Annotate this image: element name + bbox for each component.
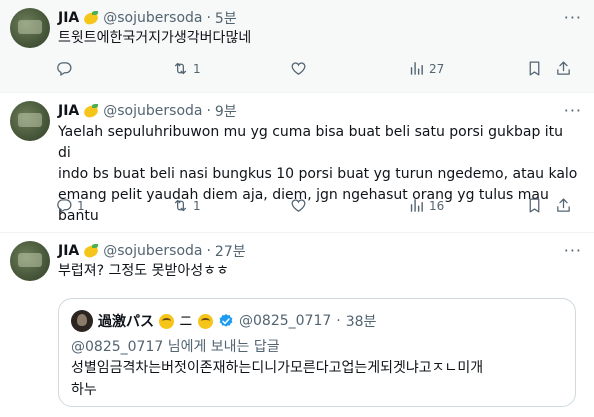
retweet-button[interactable]: 1 bbox=[172, 197, 201, 214]
share-button[interactable] bbox=[555, 197, 572, 214]
tweet-text: 부럽져? 그정도 못받아성ㅎㅎ bbox=[58, 263, 229, 279]
tweet[interactable]: JIA @sojubersoda · 9분 ··· Yaelah sepuluh… bbox=[0, 93, 594, 233]
timestamp[interactable]: 38분 bbox=[346, 311, 377, 331]
like-icon bbox=[290, 60, 307, 77]
avatar[interactable] bbox=[10, 101, 50, 141]
more-icon[interactable]: ··· bbox=[564, 8, 582, 27]
separator-dot: · bbox=[206, 243, 211, 259]
reply-button[interactable] bbox=[56, 60, 77, 77]
display-name[interactable]: JIA bbox=[58, 10, 79, 26]
lemon-emoji-icon bbox=[83, 244, 99, 258]
views-icon bbox=[408, 197, 425, 214]
views-icon bbox=[408, 60, 425, 77]
tweet[interactable]: JIA @sojubersoda · 27분 ··· 부럽져? 그정도 못받아성… bbox=[0, 233, 594, 417]
name-separator: ニ bbox=[179, 314, 193, 330]
timestamp[interactable]: 5분 bbox=[215, 8, 237, 28]
views-count: 16 bbox=[429, 198, 445, 213]
bookmark-icon bbox=[526, 197, 543, 214]
avatar[interactable] bbox=[71, 310, 93, 332]
timestamp[interactable]: 9분 bbox=[215, 101, 237, 121]
user-handle[interactable]: @sojubersoda bbox=[103, 10, 202, 26]
avatar[interactable] bbox=[10, 8, 50, 48]
retweet-count: 1 bbox=[193, 61, 201, 76]
tweet-text: 트윗트에한국거지가생각버다많네 bbox=[58, 30, 252, 46]
share-icon bbox=[555, 60, 572, 77]
lemon-emoji-icon bbox=[83, 11, 99, 25]
retweet-icon bbox=[172, 60, 189, 77]
tweet[interactable]: JIA @sojubersoda · 5분 ··· 트윗트에한국거지가생각버다많… bbox=[0, 0, 594, 93]
tweet-actions: 1 27 bbox=[50, 60, 580, 82]
separator-dot: · bbox=[206, 10, 211, 26]
display-name[interactable]: JIA bbox=[58, 103, 79, 119]
bookmark-button[interactable] bbox=[526, 197, 543, 214]
like-button[interactable] bbox=[290, 60, 311, 77]
reply-context[interactable]: @0825_0717 님에게 보내는 답글 bbox=[71, 336, 280, 356]
quoted-tweet-header: 過激パス ニ @0825_0717 · 38분 bbox=[71, 310, 376, 332]
user-handle[interactable]: @0825_0717 bbox=[239, 313, 331, 329]
upside-down-face-icon bbox=[159, 313, 174, 329]
tweet-text-line: indo bs buat beli nasi bungkus 10 porsi … bbox=[58, 166, 578, 182]
quoted-text-line: 하누 bbox=[71, 382, 97, 398]
user-handle[interactable]: @sojubersoda bbox=[103, 103, 202, 119]
share-icon bbox=[555, 197, 572, 214]
like-button[interactable] bbox=[290, 197, 311, 214]
quoted-tweet[interactable]: 過激パス ニ @0825_0717 · 38분 @0825_0717 님에게 보… bbox=[58, 298, 576, 407]
timestamp[interactable]: 27분 bbox=[215, 241, 246, 261]
separator-dot: · bbox=[336, 313, 341, 329]
reply-icon bbox=[56, 60, 73, 77]
avatar[interactable] bbox=[10, 241, 50, 281]
views-count: 27 bbox=[429, 61, 445, 76]
separator-dot: · bbox=[206, 103, 211, 119]
tweet-text-line: Yaelah sepuluhribuwon mu yg cuma bisa bu… bbox=[58, 124, 564, 161]
quoted-text-line: 성별임금격차는버젓이존재하는디니가모른다고업는게되겟냐고ㅈㄴ미개 bbox=[71, 360, 484, 376]
tweet-header: JIA @sojubersoda · 5분 bbox=[58, 8, 237, 28]
upside-down-face-icon bbox=[198, 313, 213, 329]
like-icon bbox=[290, 197, 307, 214]
display-name[interactable]: JIA bbox=[58, 243, 79, 259]
retweet-count: 1 bbox=[193, 198, 201, 213]
reply-count: 1 bbox=[77, 198, 85, 213]
tweet-actions: 1 1 16 bbox=[50, 197, 580, 219]
retweet-button[interactable]: 1 bbox=[172, 60, 201, 77]
reply-icon bbox=[56, 197, 73, 214]
more-icon[interactable]: ··· bbox=[564, 241, 582, 260]
views-button[interactable]: 27 bbox=[408, 60, 444, 77]
views-button[interactable]: 16 bbox=[408, 197, 444, 214]
more-icon[interactable]: ··· bbox=[564, 101, 582, 120]
bookmark-button[interactable] bbox=[526, 60, 543, 77]
display-name-text: 過激パス bbox=[98, 314, 154, 330]
quoted-tweet-text: 성별임금격차는버젓이존재하는디니가모른다고업는게되겟냐고ㅈㄴ미개 하누 bbox=[71, 357, 566, 401]
tweet-header: JIA @sojubersoda · 9분 bbox=[58, 101, 237, 121]
retweet-icon bbox=[172, 197, 189, 214]
display-name[interactable]: 過激パス bbox=[98, 311, 154, 331]
reply-button[interactable]: 1 bbox=[56, 197, 85, 214]
user-handle[interactable]: @sojubersoda bbox=[103, 243, 202, 259]
tweet-header: JIA @sojubersoda · 27분 bbox=[58, 241, 246, 261]
bookmark-icon bbox=[526, 60, 543, 77]
lemon-emoji-icon bbox=[83, 104, 99, 118]
verified-icon bbox=[219, 314, 233, 327]
share-button[interactable] bbox=[555, 60, 572, 77]
